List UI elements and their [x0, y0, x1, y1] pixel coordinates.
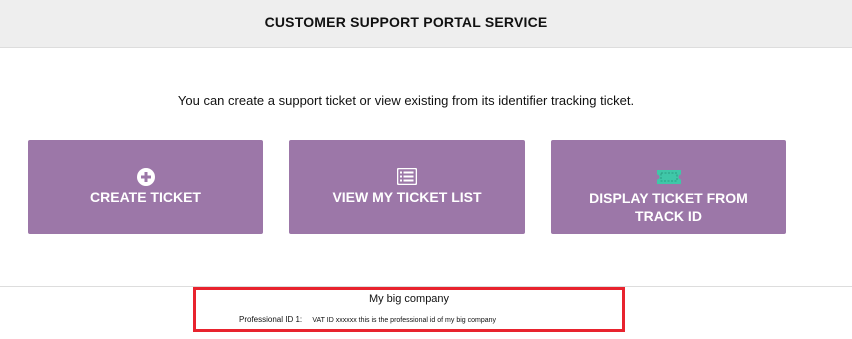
display-ticket-from-track-id-button[interactable]: DISPLAY TICKET FROM TRACK ID	[551, 140, 786, 234]
ticket-icon	[656, 170, 681, 189]
view-ticket-list-label: VIEW MY TICKET LIST	[332, 189, 482, 205]
page-header: CUSTOMER SUPPORT PORTAL SERVICE	[0, 0, 852, 48]
professional-id-label: Professional ID 1:	[239, 315, 303, 324]
company-info-box: My big company Professional ID 1: VAT ID…	[193, 287, 625, 332]
company-name: My big company	[368, 293, 450, 305]
view-ticket-list-button[interactable]: VIEW MY TICKET LIST	[289, 140, 525, 234]
intro-text: You can create a support ticket or view …	[177, 93, 635, 108]
page-title: CUSTOMER SUPPORT PORTAL SERVICE	[264, 14, 548, 30]
display-ticket-label: DISPLAY TICKET FROM TRACK ID	[589, 190, 748, 224]
professional-id-value: VAT ID xxxxxx this is the professional i…	[312, 317, 497, 324]
professional-id-line: Professional ID 1: VAT ID xxxxxx this is…	[239, 315, 496, 324]
list-icon	[396, 167, 418, 190]
create-ticket-label: CREATE TICKET	[90, 189, 201, 205]
create-ticket-button[interactable]: CREATE TICKET	[28, 140, 263, 234]
